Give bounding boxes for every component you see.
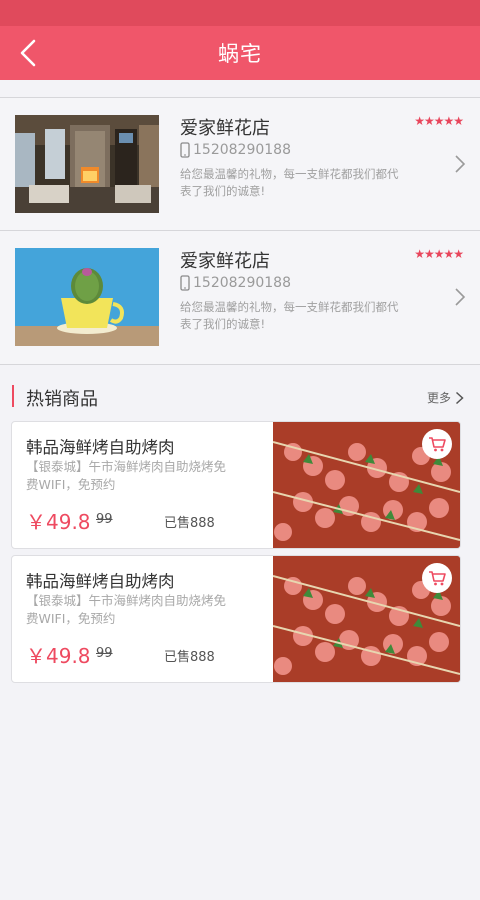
product-price: ￥49.8 (26, 510, 91, 534)
product-image (273, 422, 460, 548)
shop-phone: 15208290188 (193, 142, 291, 158)
chevron-left-icon (20, 39, 36, 67)
chevron-right-icon (455, 288, 466, 306)
product-sold-count: 已售888 (164, 650, 215, 665)
shop-name: 爱家鲜花店 (180, 118, 270, 139)
status-bar (0, 0, 480, 26)
cart-icon (429, 437, 446, 452)
shop-name: 爱家鲜花店 (180, 251, 270, 272)
chevron-right-icon (455, 391, 464, 404)
shop-card[interactable]: 爱家鲜花店 ★★★★★ 15208290188 给您最温馨的礼物，每一支鲜花都我… (0, 230, 480, 364)
shop-phone: 15208290188 (193, 275, 291, 291)
shop-description: 给您最温馨的礼物，每一支鲜花都我们都代表了我们的诚意! (180, 167, 399, 198)
chevron-right-icon (455, 155, 466, 173)
product-image (273, 556, 460, 682)
phone-row: 15208290188 (180, 142, 291, 158)
phone-row: 15208290188 (180, 275, 291, 291)
rating-stars: ★★★★★ (414, 247, 464, 261)
rating-stars: ★★★★★ (414, 114, 464, 128)
product-name: 韩品海鲜烤自助烤肉 (26, 438, 175, 457)
nav-bar: 蜗宅 (0, 26, 480, 80)
product-address: 【银泰城】午市海鲜烤肉自助烧烤免费WIFI，免预约 (26, 593, 227, 626)
shop-description: 给您最温馨的礼物，每一支鲜花都我们都代表了我们的诚意! (180, 300, 399, 331)
section-title: 热销商品 (26, 389, 98, 410)
product-card[interactable]: 韩品海鲜烤自助烤肉 【银泰城】午市海鲜烤肉自助烧烤免费WIFI，免预约 ￥49.… (11, 555, 461, 683)
product-original-price: 99 (96, 646, 113, 661)
more-link[interactable]: 更多 (427, 389, 464, 406)
shop-card[interactable]: 爱家鲜花店 ★★★★★ 15208290188 给您最温馨的礼物，每一支鲜花都我… (0, 97, 480, 231)
add-to-cart-button[interactable] (422, 563, 452, 593)
phone-icon (180, 142, 190, 158)
page-title: 蜗宅 (218, 42, 262, 66)
more-label: 更多 (426, 391, 451, 405)
product-original-price: 99 (96, 512, 113, 527)
shop-image (15, 248, 159, 346)
product-address: 【银泰城】午市海鲜烤肉自助烧烤免费WIFI，免预约 (26, 459, 227, 492)
product-price: ￥49.8 (26, 644, 91, 668)
section-accent-bar (12, 385, 14, 407)
back-button[interactable] (12, 37, 44, 69)
cart-icon (429, 571, 446, 586)
add-to-cart-button[interactable] (422, 429, 452, 459)
hot-products-header: 热销商品 更多 (0, 364, 480, 420)
shop-image (15, 115, 159, 213)
phone-icon (180, 275, 190, 291)
product-name: 韩品海鲜烤自助烤肉 (26, 572, 175, 591)
product-card[interactable]: 韩品海鲜烤自助烤肉 【银泰城】午市海鲜烤肉自助烧烤免费WIFI，免预约 ￥49.… (11, 421, 461, 549)
product-sold-count: 已售888 (164, 516, 215, 531)
